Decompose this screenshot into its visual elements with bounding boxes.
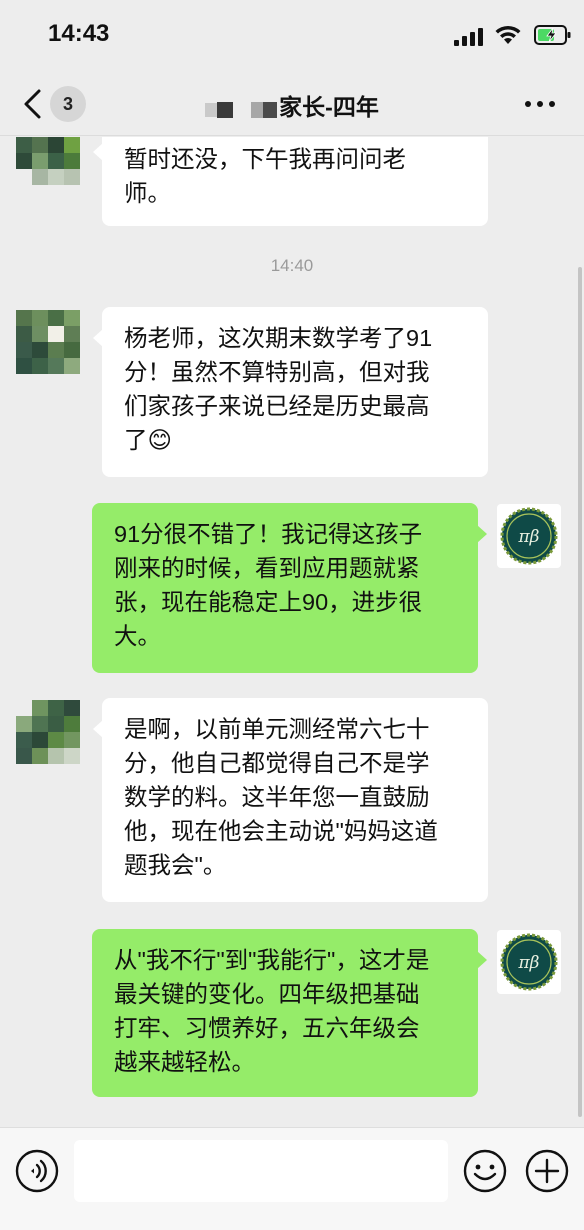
status-time: 14:43 — [48, 20, 110, 47]
svg-text:πβ: πβ — [517, 953, 539, 973]
teacher-avatar[interactable]: πβ — [497, 930, 561, 994]
parent-avatar[interactable] — [16, 700, 80, 764]
message-line: 张，现在能稳定上90，进步很 — [114, 589, 423, 615]
message-line: 师。 — [124, 180, 171, 206]
pi-beta-logo-icon: πβ — [500, 933, 558, 991]
message-line: 分，他自己都觉得自己不是学 — [124, 750, 430, 776]
chat-header: 3 家长-四年 — [0, 70, 584, 136]
battery-icon — [534, 25, 571, 45]
voice-icon[interactable] — [14, 1148, 60, 1194]
plus-icon[interactable] — [524, 1148, 570, 1194]
message-line: 越来越轻松。 — [114, 1049, 255, 1075]
message-line: 刚来的时候，看到应用题就紧 — [114, 555, 420, 581]
message-line: 暂时还没，下午我再问问老 — [124, 146, 406, 172]
message-line: 从"我不行"到"我能行"，这才是 — [114, 947, 430, 973]
svg-text:πβ: πβ — [517, 527, 539, 547]
message-list[interactable]: 暂时还没，下午我再问问老 师。 14:40 杨老师，这次期末数学考了91 分！虽… — [0, 137, 584, 1127]
input-bar — [0, 1127, 584, 1230]
message-line: 91分很不错了！我记得这孩子 — [114, 521, 423, 547]
signal-icon — [454, 28, 483, 46]
message-line: 数学的料。这半年您一直鼓励 — [124, 784, 430, 810]
chat-title: 家长-四年 — [0, 88, 584, 122]
chat-title-text: 家长-四年 — [279, 94, 379, 120]
parent-avatar[interactable] — [16, 137, 80, 185]
message-line: 大。 — [114, 623, 161, 649]
message-bubble-outgoing[interactable]: 从"我不行"到"我能行"，这才是 最关键的变化。四年级把基础 打牢、习惯养好，五… — [92, 929, 487, 1097]
blurred-name — [205, 95, 278, 122]
more-dots-icon[interactable] — [524, 100, 556, 108]
parent-avatar[interactable] — [16, 310, 80, 374]
scrollbar[interactable] — [578, 267, 582, 1117]
wifi-icon — [495, 25, 521, 44]
message-line: 是啊，以前单元测经常六七十 — [124, 716, 430, 742]
message-line: 杨老师，这次期末数学考了91 — [124, 325, 433, 351]
message-line: 最关键的变化。四年级把基础 — [114, 981, 420, 1007]
message-line: 打牢、习惯养好，五六年级会 — [114, 1015, 420, 1041]
message-line: 了😊 — [124, 427, 172, 453]
message-bubble-incoming[interactable]: 暂时还没，下午我再问问老 师。 — [93, 137, 488, 226]
message-input[interactable] — [74, 1140, 448, 1202]
message-line: 分！虽然不算特别高，但对我 — [124, 359, 430, 385]
message-timestamp: 14:40 — [270, 256, 314, 275]
emoji-icon[interactable] — [462, 1148, 508, 1194]
message-bubble-incoming[interactable]: 杨老师，这次期末数学考了91 分！虽然不算特别高，但对我 们家孩子来说已经是历史… — [93, 307, 488, 477]
pi-beta-logo-icon: πβ — [500, 507, 558, 565]
message-bubble-incoming[interactable]: 是啊，以前单元测经常六七十 分，他自己都觉得自己不是学 数学的料。这半年您一直鼓… — [93, 698, 488, 902]
message-bubble-outgoing[interactable]: 91分很不错了！我记得这孩子 刚来的时候，看到应用题就紧 张，现在能稳定上90，… — [92, 503, 487, 673]
teacher-avatar[interactable]: πβ — [497, 504, 561, 568]
message-line: 题我会"。 — [124, 852, 227, 878]
status-bar: 14:43 — [0, 0, 584, 70]
message-line: 们家孩子来说已经是历史最高 — [124, 393, 430, 419]
message-line: 他，现在他会主动说"妈妈这道 — [124, 818, 438, 844]
